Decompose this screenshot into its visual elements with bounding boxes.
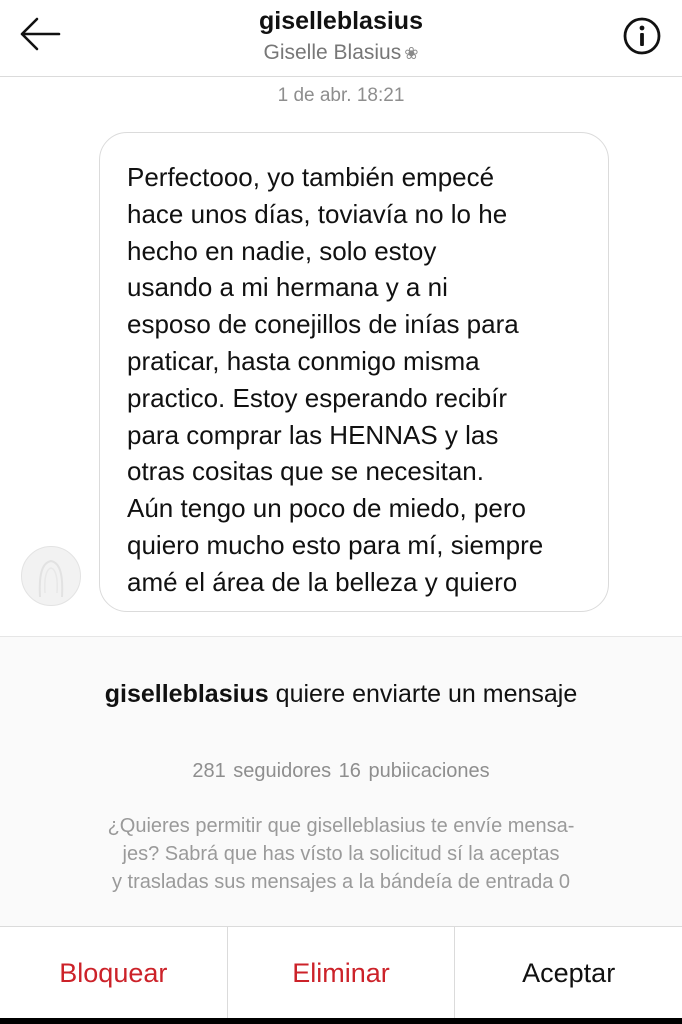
- flower-icon: ❀: [404, 44, 419, 63]
- header-display-name: Giselle Blasius ❀: [0, 41, 682, 65]
- message-timestamp: 1 de abr. 18:21: [277, 85, 405, 106]
- top-bar: giselleblasius Giselle Blasius ❀: [0, 0, 682, 77]
- message-request-panel: giselleblasius quiere enviarte un mensaj…: [0, 636, 682, 927]
- request-username[interactable]: giselleblasius: [105, 680, 269, 708]
- request-title-rest: quiere enviarte un mensaje: [268, 680, 578, 708]
- header-username[interactable]: giselleblasius: [0, 7, 682, 36]
- display-name-text: Giselle Blasius: [263, 41, 402, 64]
- block-button[interactable]: Bloquear: [0, 927, 227, 1019]
- request-description: ¿Quieres permitir que giselleblasius te …: [107, 815, 575, 893]
- bottom-edge: [0, 1018, 682, 1024]
- accept-button[interactable]: Aceptar: [454, 927, 682, 1019]
- message-text: Perfectooo, yo también empecé hace unos …: [127, 162, 544, 597]
- request-actions: Bloquear Eliminar Aceptar: [0, 926, 682, 1019]
- message-bubble[interactable]: Perfectooo, yo también empecé hace unos …: [99, 132, 609, 612]
- request-title: giselleblasius quiere enviarte un mensaj…: [0, 677, 682, 711]
- delete-button[interactable]: Eliminar: [226, 927, 455, 1019]
- avatar-placeholder: [38, 559, 64, 598]
- avatar[interactable]: [21, 546, 81, 606]
- info-button[interactable]: [620, 14, 664, 58]
- info-icon: [623, 17, 661, 55]
- request-stats: 281 seguidores 16 pubiicaciones: [192, 760, 490, 782]
